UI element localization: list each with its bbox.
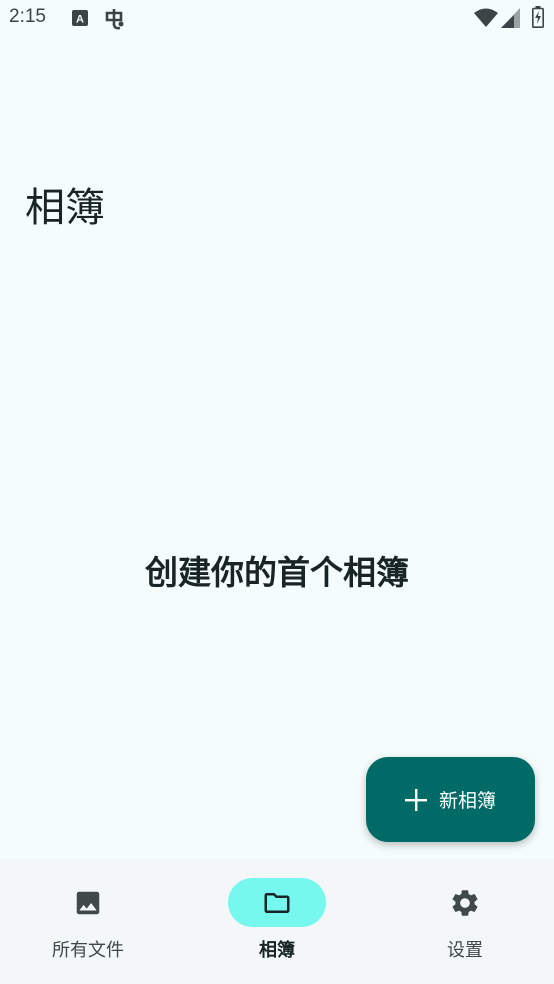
bug-icon [102,7,126,35]
bottom-navigation: 所有文件 相簿 设置 [0,859,554,984]
nav-indicator [416,878,514,927]
nav-item-settings[interactable]: 设置 [373,859,554,984]
folder-icon [262,888,292,918]
wifi-icon [474,8,498,32]
nav-label-settings: 设置 [447,940,483,961]
status-time: 2:15 [9,6,46,27]
plus-icon [404,788,427,811]
svg-text:A: A [76,14,84,26]
nav-item-albums[interactable]: 相簿 [185,859,369,984]
gear-icon [449,887,481,919]
nav-indicator [39,878,137,927]
battery-charging-icon [532,6,544,32]
signal-icon [501,8,520,32]
nav-label-all-files: 所有文件 [52,940,124,961]
image-icon [73,888,103,918]
a-notification-icon: A [72,10,88,30]
status-bar: 2:15 A [0,0,554,40]
new-album-label: 新相簿 [438,790,496,812]
page-title: 相簿 [25,185,105,231]
nav-label-albums: 相簿 [259,940,295,961]
nav-indicator-active [228,878,326,927]
nav-item-all-files[interactable]: 所有文件 [0,859,180,984]
new-album-button[interactable]: 新相簿 [366,757,535,842]
empty-state-message: 创建你的首个相簿 [145,553,409,592]
